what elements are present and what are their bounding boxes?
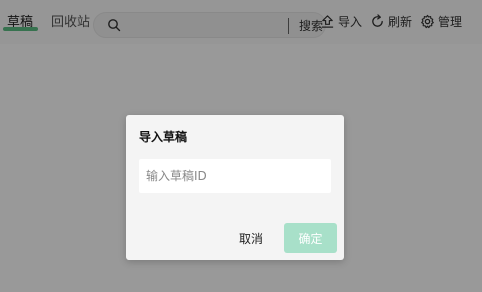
dialog-title: 导入草稿 xyxy=(139,130,188,144)
draft-id-input[interactable] xyxy=(139,159,331,193)
import-draft-dialog: 导入草稿 取消 确定 xyxy=(126,115,344,260)
cancel-button[interactable]: 取消 xyxy=(230,223,272,253)
confirm-button[interactable]: 确定 xyxy=(284,223,337,253)
